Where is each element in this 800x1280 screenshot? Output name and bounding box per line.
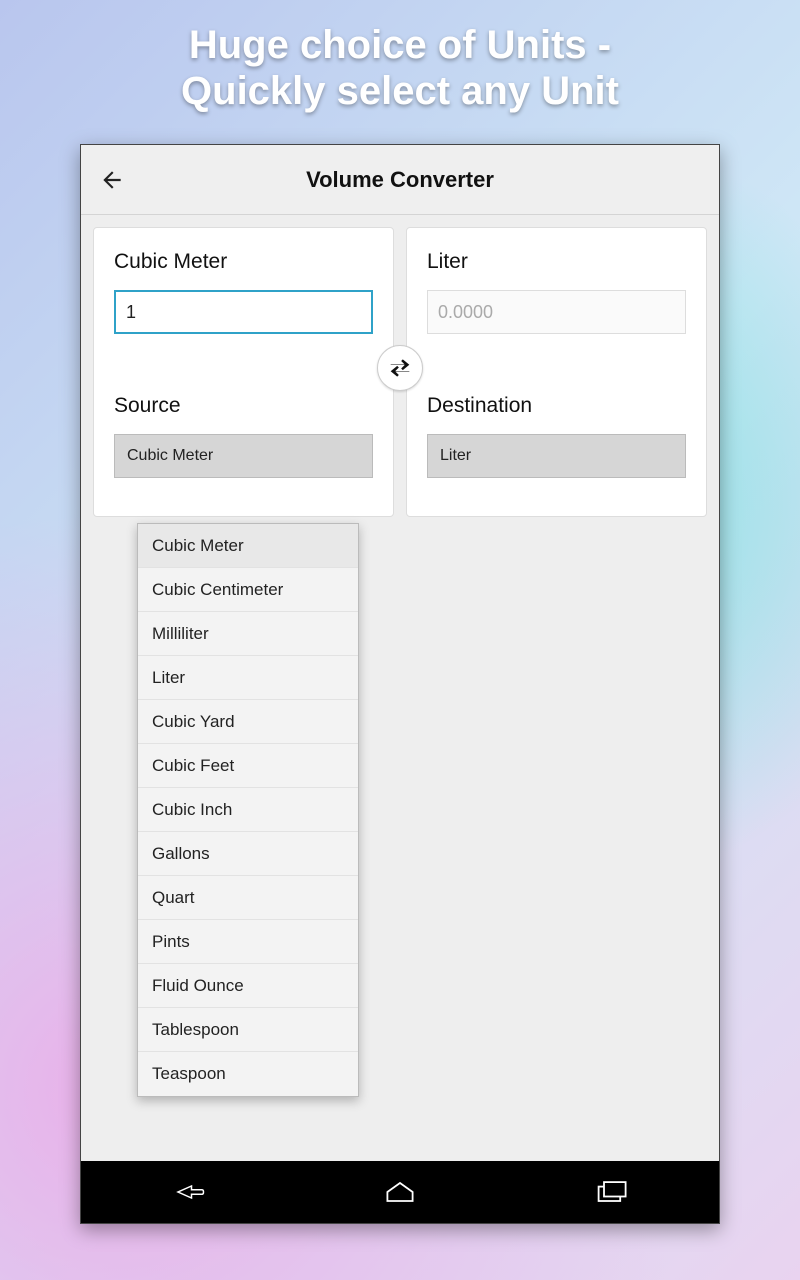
- nav-recent-button[interactable]: [588, 1177, 638, 1207]
- converter-panels: Cubic Meter Source Cubic Meter Liter 0.0…: [93, 227, 707, 517]
- device-frame: Volume Converter Cubic Meter Source Cubi…: [80, 144, 720, 1224]
- dropdown-item[interactable]: Cubic Yard: [138, 700, 358, 744]
- content-area: Cubic Meter Source Cubic Meter Liter 0.0…: [81, 215, 719, 1161]
- promo-line-1: Huge choice of Units -: [181, 22, 619, 68]
- nav-home-icon: [382, 1178, 418, 1206]
- source-value-input[interactable]: [114, 290, 373, 334]
- nav-recent-icon: [595, 1178, 631, 1206]
- dropdown-item[interactable]: Milliliter: [138, 612, 358, 656]
- destination-panel: Liter 0.0000 Destination Liter: [406, 227, 707, 517]
- dropdown-item[interactable]: Liter: [138, 656, 358, 700]
- source-unit-dropdown: Cubic MeterCubic CentimeterMilliliterLit…: [137, 523, 359, 1097]
- promo-text: Huge choice of Units - Quickly select an…: [181, 22, 619, 114]
- dropdown-item[interactable]: Cubic Feet: [138, 744, 358, 788]
- swap-button[interactable]: [377, 345, 423, 391]
- promo-line-2: Quickly select any Unit: [181, 68, 619, 114]
- destination-section-label: Destination: [427, 394, 686, 418]
- dropdown-item[interactable]: Cubic Meter: [138, 524, 358, 568]
- source-unit-label: Cubic Meter: [114, 250, 373, 274]
- android-navbar: [81, 1161, 719, 1223]
- dropdown-item[interactable]: Cubic Centimeter: [138, 568, 358, 612]
- destination-unit-select[interactable]: Liter: [427, 434, 686, 478]
- dropdown-item[interactable]: Pints: [138, 920, 358, 964]
- nav-back-button[interactable]: [162, 1177, 212, 1207]
- source-unit-select[interactable]: Cubic Meter: [114, 434, 373, 478]
- dropdown-item[interactable]: Teaspoon: [138, 1052, 358, 1096]
- nav-back-icon: [169, 1178, 205, 1206]
- arrow-left-icon: [99, 167, 125, 193]
- dropdown-item[interactable]: Fluid Ounce: [138, 964, 358, 1008]
- page-title: Volume Converter: [81, 167, 719, 193]
- swap-horizontal-icon: [386, 354, 414, 382]
- source-section-label: Source: [114, 394, 373, 418]
- source-panel: Cubic Meter Source Cubic Meter: [93, 227, 394, 517]
- destination-unit-label: Liter: [427, 250, 686, 274]
- dropdown-item[interactable]: Tablespoon: [138, 1008, 358, 1052]
- nav-home-button[interactable]: [375, 1177, 425, 1207]
- dropdown-item[interactable]: Gallons: [138, 832, 358, 876]
- dropdown-item[interactable]: Cubic Inch: [138, 788, 358, 832]
- destination-value-output: 0.0000: [427, 290, 686, 334]
- app-bar: Volume Converter: [81, 145, 719, 215]
- back-button[interactable]: [97, 165, 127, 195]
- dropdown-item[interactable]: Quart: [138, 876, 358, 920]
